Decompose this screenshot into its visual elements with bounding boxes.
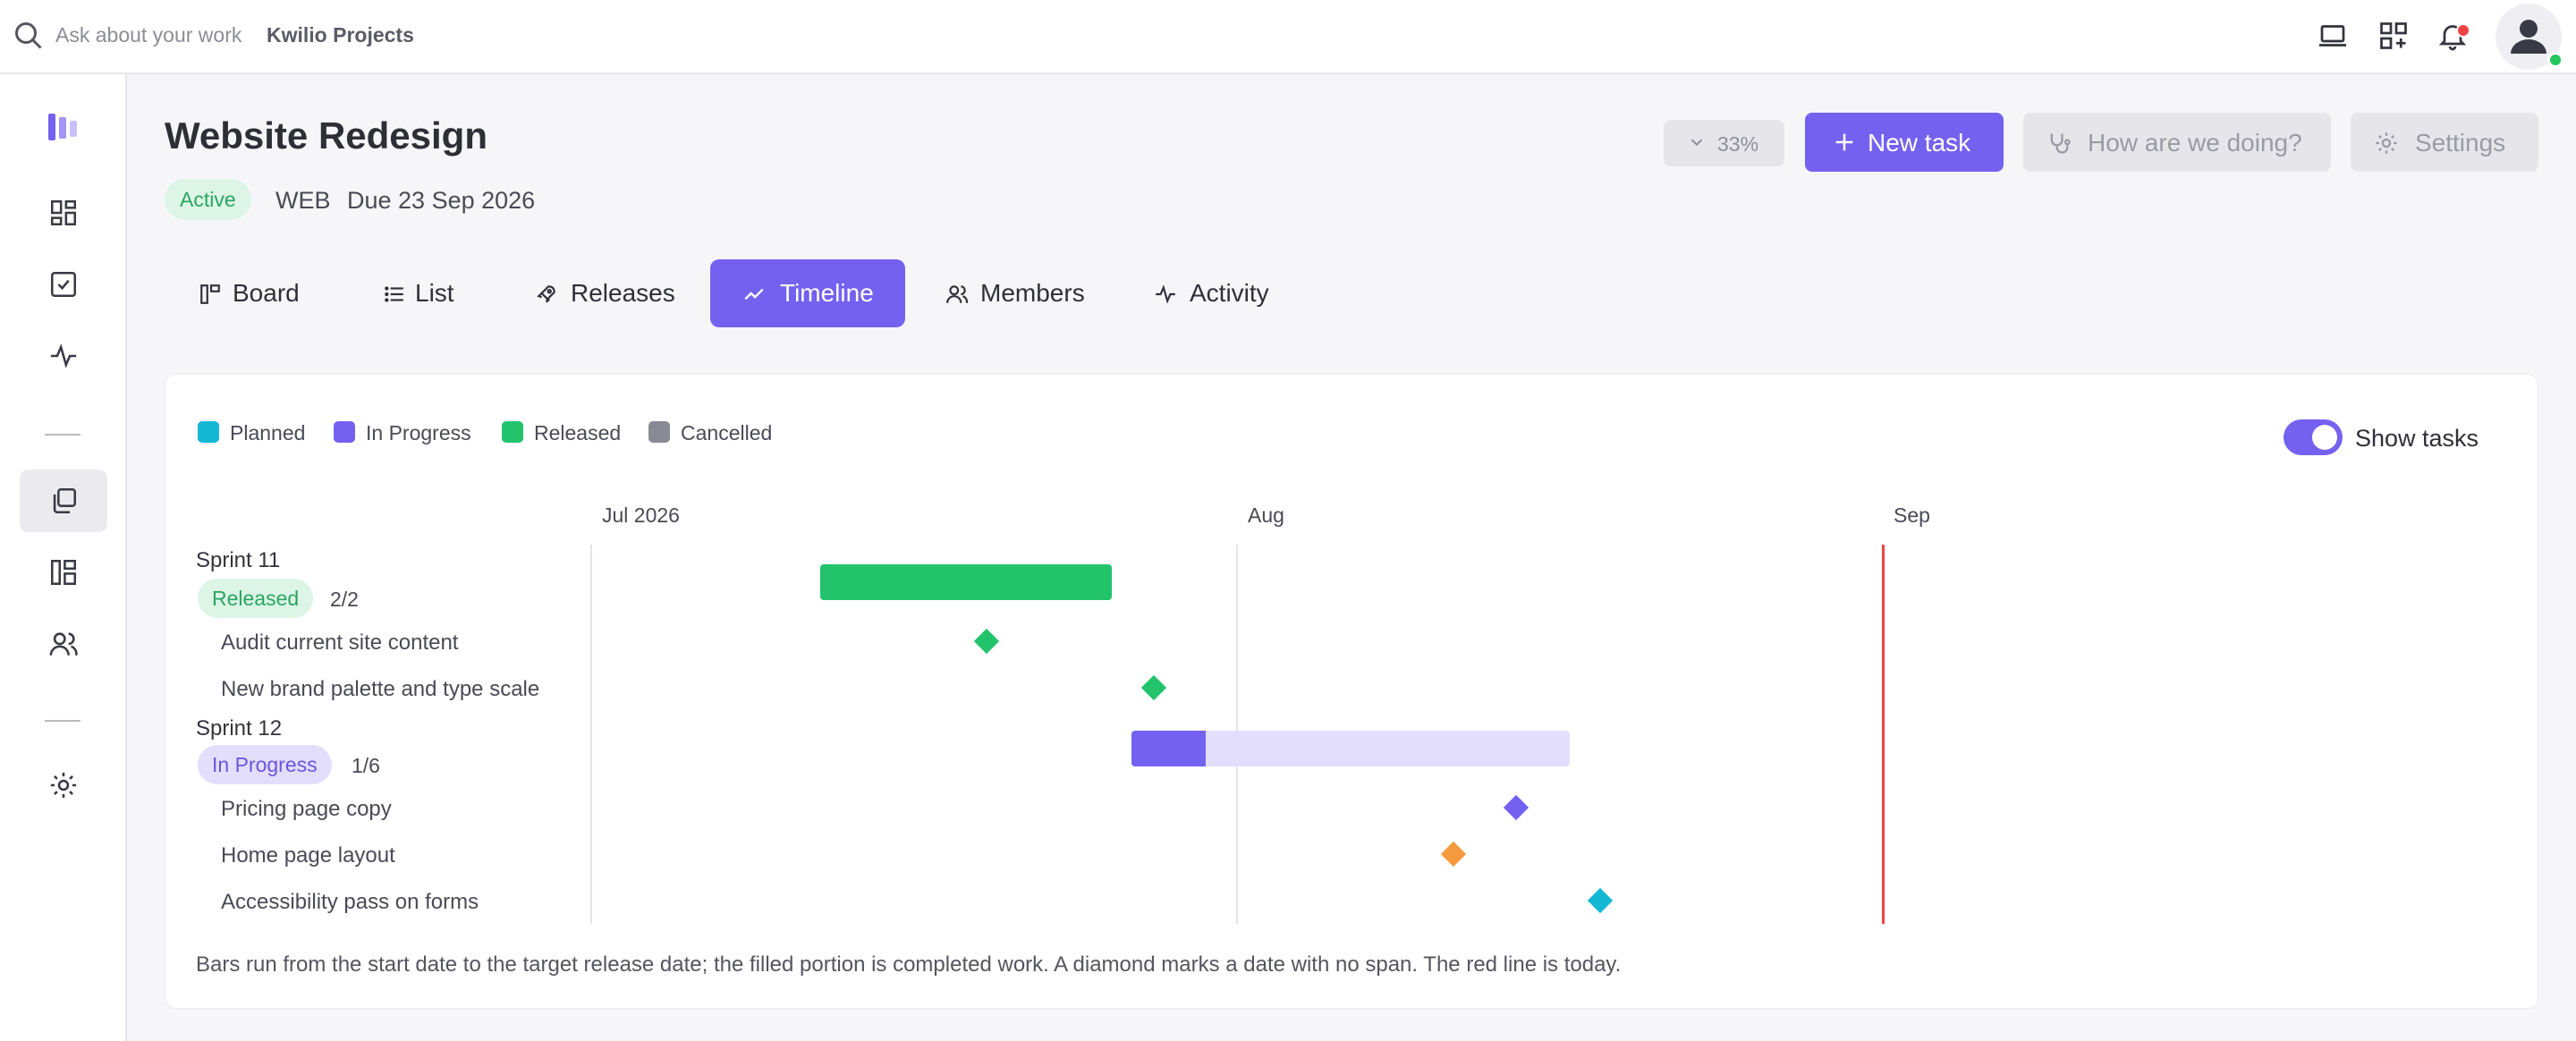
people-icon bbox=[946, 285, 969, 303]
laptop-icon[interactable] bbox=[2317, 20, 2349, 52]
tab-label: List bbox=[415, 279, 454, 307]
sidebar bbox=[0, 74, 127, 1041]
checkbox-icon bbox=[50, 271, 77, 298]
task-label[interactable]: New brand palette and type scale bbox=[221, 677, 539, 702]
month-gridline bbox=[590, 545, 592, 924]
new-task-button[interactable]: New task bbox=[1805, 113, 2004, 172]
tab-label: Releases bbox=[571, 279, 675, 307]
sprint-bar-progress bbox=[1131, 731, 1206, 766]
search-input[interactable]: Ask about your work bbox=[55, 23, 242, 47]
sidebar-item-settings[interactable] bbox=[20, 754, 107, 817]
tab-label: Members bbox=[980, 279, 1085, 307]
tab-board[interactable]: Board bbox=[179, 259, 311, 327]
tab-activity[interactable]: Activity bbox=[1140, 259, 1297, 327]
tab-timeline[interactable]: Timeline bbox=[710, 259, 905, 327]
tab-members[interactable]: Members bbox=[930, 259, 1097, 327]
due-date: Due 23 Sep 2026 bbox=[347, 187, 536, 214]
pulse-icon bbox=[50, 343, 77, 368]
sprint-name: Sprint 12 bbox=[196, 716, 283, 741]
sprint-task-count: 1/6 bbox=[352, 754, 380, 777]
sidebar-item-projects[interactable] bbox=[20, 470, 107, 532]
pulse-icon bbox=[1156, 284, 1175, 304]
dashboard-icon bbox=[50, 199, 77, 226]
settings-label: Settings bbox=[2415, 129, 2506, 157]
list-icon bbox=[385, 286, 403, 302]
rocket-icon bbox=[537, 285, 555, 303]
zoom-value: 33% bbox=[1717, 132, 1759, 156]
tab-releases[interactable]: Releases bbox=[519, 259, 694, 327]
projects-icon bbox=[53, 487, 77, 514]
show-tasks-label: Show tasks bbox=[2355, 425, 2479, 452]
sidebar-divider bbox=[45, 434, 80, 436]
task-label[interactable]: Audit current site content bbox=[221, 631, 458, 656]
legend-label: Cancelled bbox=[681, 421, 773, 444]
legend-label: In Progress bbox=[366, 421, 471, 444]
tab-label: Activity bbox=[1190, 279, 1269, 307]
legend-swatch bbox=[502, 421, 523, 443]
feedback-label: How are we doing? bbox=[2088, 129, 2302, 157]
page-title: Website Redesign bbox=[165, 114, 487, 157]
sidebar-item-people[interactable] bbox=[20, 613, 107, 675]
legend-swatch bbox=[198, 421, 219, 443]
board-icon bbox=[200, 284, 220, 304]
task-milestone[interactable] bbox=[973, 628, 1000, 655]
gear-icon bbox=[50, 772, 77, 799]
board-icon bbox=[50, 559, 77, 586]
plus-icon bbox=[1835, 133, 1853, 151]
month-label: Aug bbox=[1248, 504, 1284, 527]
project-key: WEB bbox=[275, 187, 331, 214]
online-status-dot bbox=[2547, 52, 2563, 68]
legend-label: Released bbox=[534, 421, 622, 444]
feedback-button[interactable]: How are we doing? bbox=[2023, 113, 2331, 172]
task-label[interactable]: Accessibility pass on forms bbox=[221, 890, 479, 915]
chevron-down-icon bbox=[1690, 139, 1703, 147]
task-milestone[interactable] bbox=[1503, 794, 1530, 821]
trend-icon bbox=[744, 288, 764, 300]
sidebar-item-board[interactable] bbox=[20, 541, 107, 604]
top-bar: Ask about your work Kwilio Projects bbox=[0, 0, 2576, 74]
notification-badge bbox=[2456, 23, 2470, 38]
sprint-name: Sprint 11 bbox=[196, 548, 281, 572]
status-badge: Active bbox=[165, 179, 251, 220]
task-label[interactable]: Home page layout bbox=[221, 843, 395, 868]
toggle-knob bbox=[2312, 425, 2337, 450]
tab-label: Board bbox=[233, 279, 300, 307]
sprint-status-badge: In Progress bbox=[198, 745, 332, 784]
tab-list[interactable]: List bbox=[365, 259, 481, 327]
search-icon[interactable] bbox=[13, 20, 45, 52]
legend-label: Planned bbox=[230, 421, 306, 444]
sidebar-divider bbox=[45, 720, 80, 722]
tab-label: Timeline bbox=[780, 279, 874, 307]
sprint-status-badge: Released bbox=[198, 579, 314, 618]
sidebar-item-dashboard[interactable] bbox=[20, 182, 107, 244]
today-line bbox=[1882, 545, 1885, 924]
legend-swatch bbox=[334, 421, 355, 443]
stethoscope-icon bbox=[2050, 133, 2071, 154]
month-label: Sep bbox=[1894, 504, 1930, 527]
task-milestone[interactable] bbox=[1140, 674, 1167, 701]
zoom-select[interactable]: 33% bbox=[1664, 120, 1784, 166]
legend-swatch bbox=[648, 421, 670, 443]
timeline-footnote: Bars run from the start date to the targ… bbox=[196, 952, 1622, 977]
app-logo[interactable] bbox=[47, 112, 80, 142]
workspace-name: Kwilio Projects bbox=[267, 23, 414, 47]
task-milestone[interactable] bbox=[1587, 887, 1614, 914]
task-milestone[interactable] bbox=[1440, 841, 1467, 868]
sprint-bar[interactable] bbox=[820, 564, 1112, 600]
show-tasks-toggle[interactable] bbox=[2284, 419, 2343, 455]
sidebar-item-tasks[interactable] bbox=[20, 253, 107, 316]
sidebar-item-activity[interactable] bbox=[20, 325, 107, 387]
month-label: Jul 2026 bbox=[602, 504, 680, 527]
task-label[interactable]: Pricing page copy bbox=[221, 797, 392, 822]
people-icon bbox=[49, 632, 78, 656]
timeline-card: Planned In Progress Released Cancelled S… bbox=[165, 374, 2538, 1009]
gear-icon bbox=[2376, 132, 2397, 154]
settings-button[interactable]: Settings bbox=[2351, 113, 2538, 172]
user-icon bbox=[2511, 20, 2546, 54]
new-task-label: New task bbox=[1868, 129, 1971, 157]
add-app-icon[interactable] bbox=[2377, 20, 2410, 52]
sprint-task-count: 2/2 bbox=[330, 588, 359, 611]
